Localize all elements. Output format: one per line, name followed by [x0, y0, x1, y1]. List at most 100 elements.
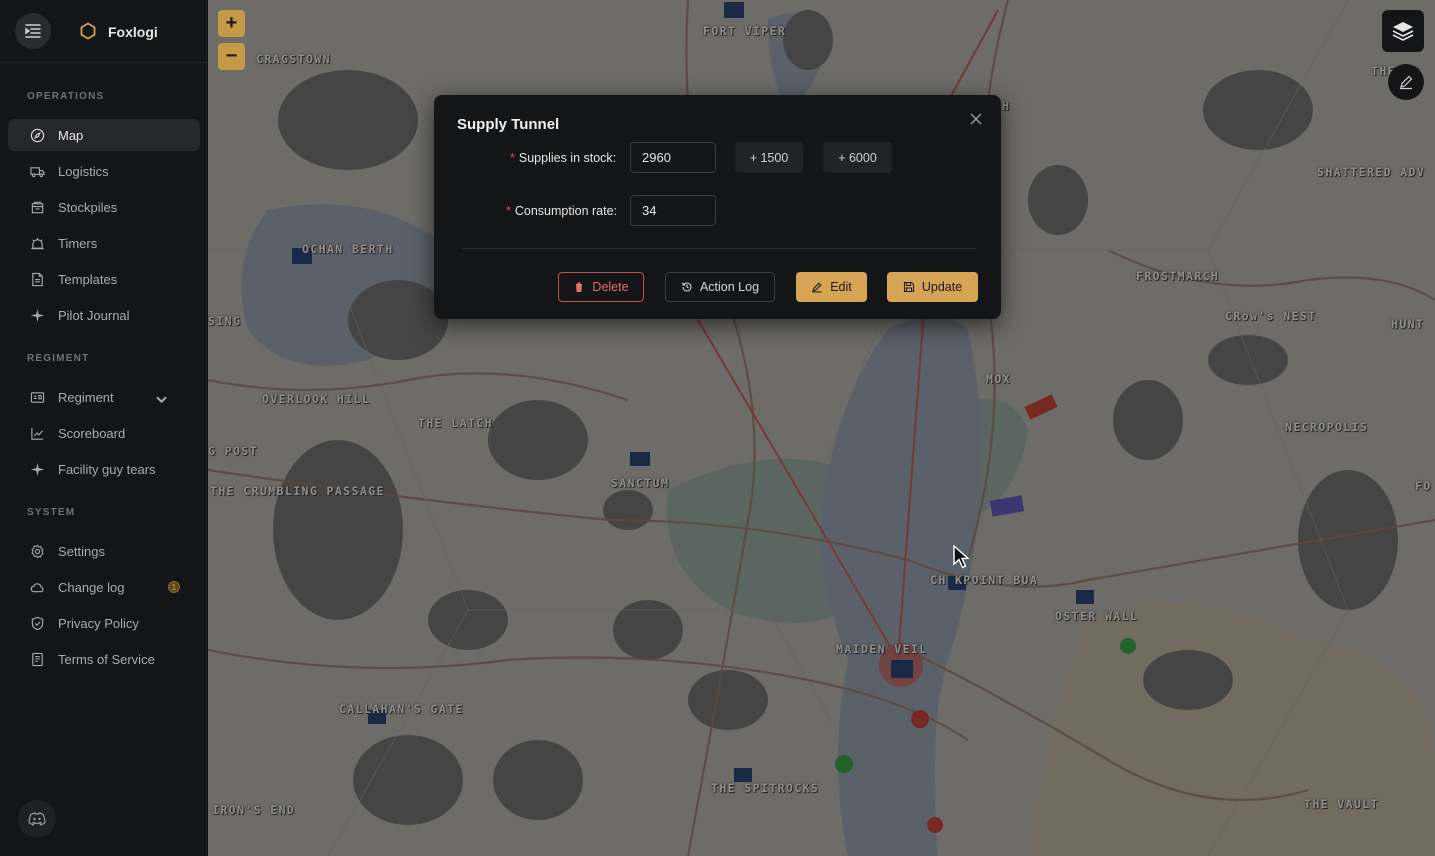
town-label: H — [1002, 99, 1011, 113]
town-label: NECROPOLIS — [1285, 420, 1369, 434]
add-1500-button[interactable]: + 1500 — [735, 142, 803, 173]
delete-button[interactable]: Delete — [558, 272, 644, 302]
sidebar-item-label: Logistics — [58, 163, 109, 179]
consumption-label: * Consumption rate: — [506, 204, 618, 218]
modal-title: Supply Tunnel — [457, 116, 560, 133]
box-icon — [31, 201, 44, 213]
sidebar-item-label: Privacy Policy — [58, 615, 139, 631]
sidebar-item-label: Pilot Journal — [58, 307, 130, 323]
sidebar-item-label: Scoreboard — [58, 425, 126, 441]
supplies-label-text: Supplies in stock — [518, 151, 613, 165]
delete-button-label: Delete — [592, 280, 629, 294]
town-label: MOX — [986, 372, 1011, 386]
consumption-input[interactable] — [630, 195, 716, 226]
sidebar-item-label: Facility guy tears — [58, 461, 156, 477]
sidebar-item-pilot-journal[interactable]: Pilot Journal — [8, 299, 200, 331]
truck-icon — [30, 166, 45, 177]
sidebar-item-logistics[interactable]: Logistics — [8, 155, 200, 187]
chart-line-icon — [31, 427, 44, 440]
action-log-button-label: Action Log — [699, 280, 760, 294]
sidebar-item-label: Stockpiles — [58, 199, 118, 215]
action-log-button[interactable]: Action Log — [665, 272, 775, 302]
layers-icon — [1392, 22, 1414, 41]
update-button[interactable]: Update — [887, 272, 978, 302]
sidebar-item-privacy-policy[interactable]: Privacy Policy — [8, 607, 200, 639]
town-label: THE LATCH — [418, 416, 493, 430]
plane-icon — [30, 308, 45, 322]
consumption-label-text: Consumption rate — [514, 204, 614, 218]
town-label: OSTER WALL — [1055, 609, 1139, 623]
menu-toggle-button[interactable] — [15, 13, 51, 49]
town-label: FO — [1415, 479, 1432, 493]
modal-divider — [462, 248, 977, 249]
update-button-label: Update — [921, 280, 963, 294]
shield-icon — [31, 616, 44, 630]
required-marker: * — [510, 151, 515, 165]
town-label: CH KPOINT BUA — [930, 573, 1039, 587]
draw-button[interactable] — [1388, 64, 1424, 100]
pencil-icon — [812, 282, 822, 293]
close-icon[interactable] — [969, 112, 983, 126]
history-icon — [682, 282, 692, 292]
required-marker: * — [506, 204, 511, 218]
add-6000-button[interactable]: + 6000 — [823, 142, 892, 173]
sidebar-item-regiment[interactable]: Regiment — [8, 381, 200, 413]
section-regiment: REGIMENT — [27, 353, 90, 364]
discord-button[interactable] — [18, 800, 56, 838]
town-label: THE CRUMBLING PASSAGE — [210, 484, 385, 498]
app-root: Foxlogi OPERATIONS Map Logistics Stockpi… — [0, 0, 1435, 856]
town-label: THE SPITROCKS — [711, 781, 820, 795]
hexagon-logo-icon — [80, 22, 96, 40]
town-label: THE VAULT — [1304, 797, 1379, 811]
town-label: HUNT — [1391, 317, 1425, 331]
discord-icon — [28, 812, 46, 826]
sidebar-item-label: Timers — [58, 235, 98, 251]
compass-icon — [30, 128, 45, 142]
zoom-in-button[interactable]: + — [218, 10, 245, 37]
section-operations: OPERATIONS — [27, 91, 105, 102]
sidebar-item-terms-of-service[interactable]: Terms of Service — [8, 643, 200, 675]
sidebar-item-templates[interactable]: Templates — [8, 263, 200, 295]
sidebar-item-stockpiles[interactable]: Stockpiles — [8, 191, 200, 223]
id-card-icon — [30, 391, 45, 403]
sidebar-item-label: Terms of Service — [58, 651, 155, 667]
supply-tunnel-modal: Supply Tunnel *Supplies in stock: + 1500… — [434, 95, 1001, 319]
zoom-out-button[interactable]: − — [218, 43, 245, 70]
file-icon — [32, 272, 43, 286]
brand-name: Foxlogi — [108, 24, 158, 40]
alarm-icon — [31, 237, 44, 249]
sidebar-item-label: Templates — [58, 271, 118, 287]
pencil-icon — [1400, 75, 1413, 90]
cloud-icon — [30, 582, 44, 592]
chevron-down-icon — [156, 396, 167, 404]
town-label: SING — [208, 314, 242, 328]
town-label: SHATTERED ADV — [1317, 165, 1426, 179]
mouse-cursor-icon — [953, 545, 970, 569]
save-icon — [903, 281, 914, 293]
town-label: FROSTMARCH — [1136, 269, 1220, 283]
change-log-badge: 1 — [168, 581, 180, 593]
sidebar-item-scoreboard[interactable]: Scoreboard — [8, 417, 200, 449]
town-label: OCHAN BERTH — [302, 242, 394, 256]
layers-button[interactable] — [1382, 10, 1424, 52]
town-label: G POST — [208, 444, 258, 458]
edit-button[interactable]: Edit — [796, 272, 867, 302]
sidebar: Foxlogi OPERATIONS Map Logistics Stockpi… — [0, 0, 207, 856]
sidebar-item-facility-guy-tears[interactable]: Facility guy tears — [8, 453, 200, 485]
sidebar-item-label: Change log — [58, 579, 125, 595]
gear-icon — [31, 544, 44, 558]
menu-collapse-icon — [25, 24, 41, 38]
document-icon — [32, 652, 43, 666]
sidebar-item-label: Settings — [58, 543, 105, 559]
sidebar-item-map[interactable]: Map — [8, 119, 200, 151]
trash-icon — [575, 282, 584, 292]
sidebar-item-settings[interactable]: Settings — [8, 535, 200, 567]
sidebar-item-change-log[interactable]: Change log 1 — [8, 571, 200, 603]
town-label: CRAGSTOWN — [256, 52, 331, 66]
brand-row: Foxlogi — [0, 0, 207, 63]
edit-button-label: Edit — [830, 280, 852, 294]
supplies-input[interactable] — [630, 142, 716, 173]
town-label: CRow's NEST — [1225, 309, 1317, 323]
sidebar-item-label: Regiment — [58, 389, 114, 405]
sidebar-item-timers[interactable]: Timers — [8, 227, 200, 259]
